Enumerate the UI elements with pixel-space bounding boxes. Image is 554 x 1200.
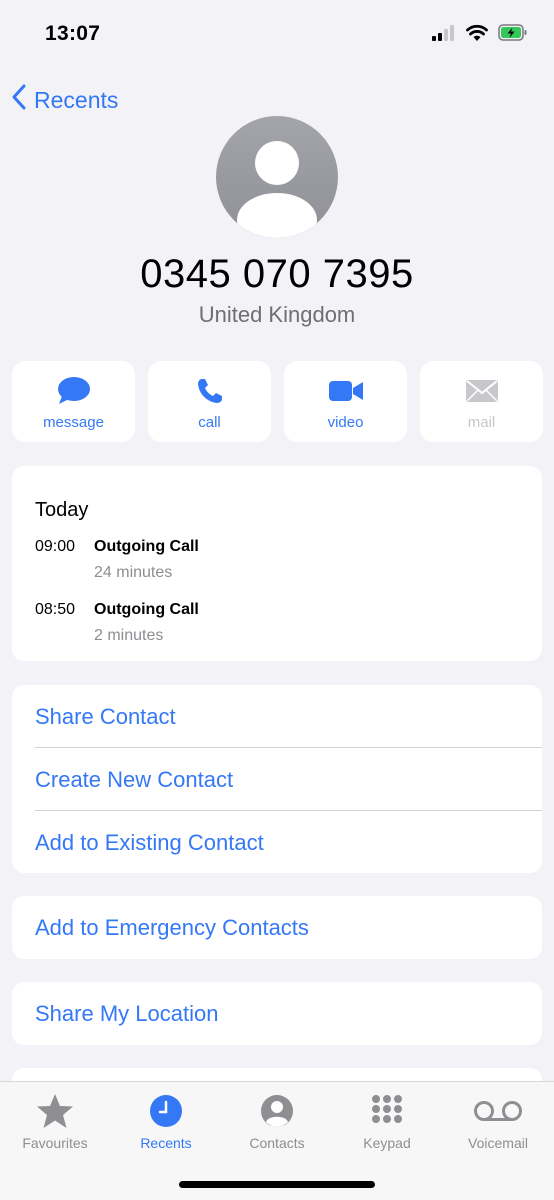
cellular-signal-icon [432, 24, 456, 46]
message-label: message [43, 414, 104, 431]
quick-actions: message call video mail [12, 361, 543, 442]
phone-icon [196, 375, 224, 407]
call-history-card: Today 09:00 Outgoing Call 24 minutes 08:… [12, 466, 542, 661]
mail-button[interactable]: mail [420, 361, 543, 442]
call-duration: 24 minutes [94, 564, 173, 581]
status-time: 13:07 [45, 22, 101, 45]
location-card: Share My Location [12, 982, 542, 1045]
call-time: 08:50 [35, 601, 76, 618]
video-button[interactable]: video [284, 361, 407, 442]
battery-charging-icon [498, 24, 528, 46]
video-icon [328, 375, 364, 407]
share-contact-button[interactable]: Share Contact [35, 685, 542, 748]
clock-icon [149, 1092, 183, 1130]
create-new-contact-button[interactable]: Create New Contact [35, 748, 542, 811]
tab-recents[interactable]: Recents [111, 1092, 221, 1151]
call-type: Outgoing Call [94, 601, 199, 618]
phone-number: 0345 070 7395 [140, 252, 414, 296]
call-button[interactable]: call [148, 361, 271, 442]
avatar [216, 116, 338, 238]
voicemail-icon [473, 1092, 523, 1130]
tab-label: Keypad [363, 1135, 411, 1151]
call-type: Outgoing Call [94, 538, 199, 555]
status-icons [432, 24, 528, 46]
tab-label: Voicemail [468, 1135, 528, 1151]
call-label: call [198, 414, 221, 431]
country-label: United Kingdom [198, 302, 356, 327]
wifi-icon [466, 24, 488, 46]
message-button[interactable]: message [12, 361, 135, 442]
history-date-heading: Today [35, 499, 89, 521]
contact-options-card: Share Contact Create New Contact Add to … [12, 685, 542, 873]
back-label: Recents [34, 86, 119, 113]
person-circle-icon [260, 1092, 294, 1130]
back-button[interactable]: Recents [12, 84, 118, 116]
share-my-location-button[interactable]: Share My Location [35, 982, 542, 1045]
tab-contacts[interactable]: Contacts [222, 1092, 332, 1151]
message-icon [57, 375, 91, 407]
home-indicator [179, 1181, 375, 1188]
add-to-existing-contact-button[interactable]: Add to Existing Contact [35, 811, 542, 874]
call-time: 09:00 [35, 538, 76, 555]
video-label: video [327, 414, 364, 431]
mail-label: mail [467, 414, 496, 431]
tab-favourites[interactable]: Favourites [0, 1092, 110, 1151]
call-duration: 2 minutes [94, 627, 164, 644]
keypad-icon [370, 1092, 404, 1130]
star-icon [36, 1092, 74, 1130]
tab-voicemail[interactable]: Voicemail [443, 1092, 553, 1151]
mail-icon [465, 375, 499, 407]
status-bar: 13:07 [0, 0, 554, 70]
emergency-card: Add to Emergency Contacts [12, 896, 542, 959]
tab-keypad[interactable]: Keypad [332, 1092, 442, 1151]
tab-label: Recents [140, 1135, 192, 1151]
tab-label: Favourites [22, 1135, 88, 1151]
add-to-emergency-contacts-button[interactable]: Add to Emergency Contacts [35, 896, 542, 959]
chevron-left-icon [12, 84, 34, 116]
tab-label: Contacts [249, 1135, 305, 1151]
person-silhouette-icon [237, 141, 317, 238]
